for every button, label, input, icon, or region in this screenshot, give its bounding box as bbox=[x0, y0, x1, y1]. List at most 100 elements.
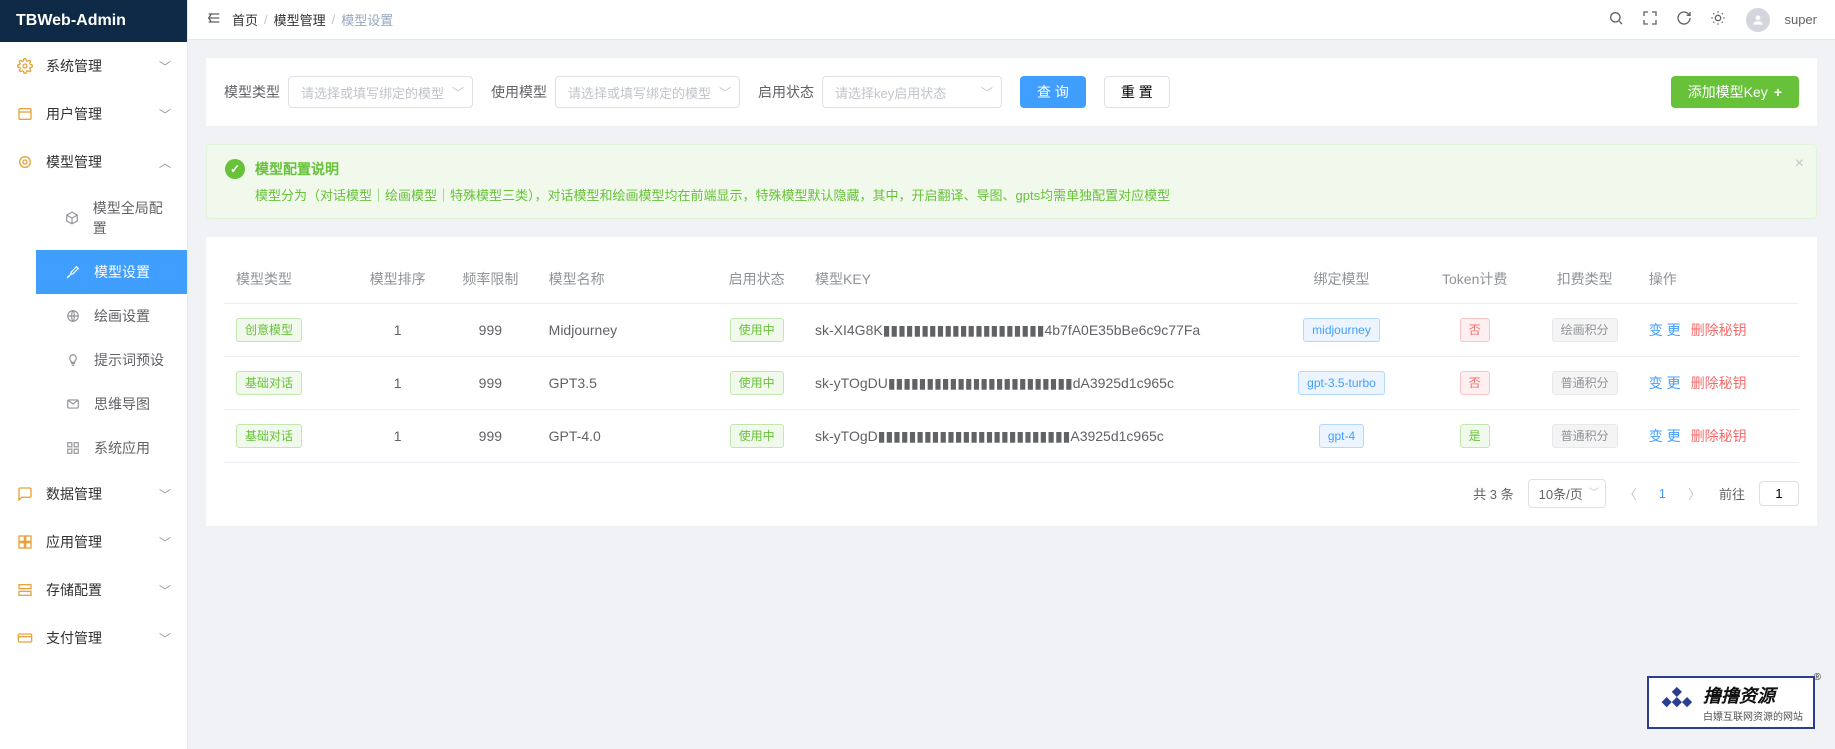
tag-charge: 绘画积分 bbox=[1552, 318, 1618, 342]
sidebar-item-paint-settings[interactable]: 绘画设置 bbox=[36, 294, 187, 338]
sidebar-item-prompt-preset[interactable]: 提示词预设 bbox=[36, 338, 187, 382]
sidebar-item-model[interactable]: 模型管理 ︿ bbox=[0, 138, 187, 186]
chevron-up-icon: ︿ bbox=[159, 154, 171, 171]
chevron-down-icon: ﹀ bbox=[159, 106, 171, 123]
watermark-badge: 撸撸资源 白嫖互联网资源的网站 ® bbox=[1647, 676, 1815, 729]
watermark-logo-icon bbox=[1659, 683, 1695, 722]
model-icon bbox=[16, 153, 34, 171]
username[interactable]: super bbox=[1784, 12, 1817, 27]
sidebar-item-label: 模型管理 bbox=[46, 152, 102, 172]
sidebar-item-apps[interactable]: 应用管理 ﹀ bbox=[0, 518, 187, 566]
reset-button[interactable]: 重 置 bbox=[1104, 76, 1170, 108]
pager-goto-label: 前往 bbox=[1719, 484, 1745, 503]
breadcrumb-current: 模型设置 bbox=[341, 10, 393, 29]
sidebar-item-mindmap[interactable]: 思维导图 bbox=[36, 382, 187, 426]
action-delete[interactable]: 删除秘钥 bbox=[1691, 375, 1747, 391]
watermark-subtitle: 白嫖互联网资源的网站 bbox=[1703, 708, 1803, 723]
breadcrumb-sep: / bbox=[332, 12, 336, 27]
th-status: 启用状态 bbox=[710, 255, 803, 304]
fullscreen-icon[interactable] bbox=[1638, 6, 1662, 33]
search-icon[interactable] bbox=[1604, 6, 1628, 33]
sidebar: TBWeb-Admin 系统管理 ﹀ 用户管理 ﹀ 模型管理 ︿ 模型全局配 bbox=[0, 0, 188, 749]
th-charge: 扣费类型 bbox=[1533, 255, 1637, 304]
sidebar-item-label: 模型设置 bbox=[94, 262, 150, 282]
model-table: 模型类型 模型排序 频率限制 模型名称 启用状态 模型KEY 绑定模型 Toke… bbox=[224, 255, 1799, 463]
gear-icon bbox=[16, 57, 34, 75]
pager-goto-input[interactable] bbox=[1759, 481, 1799, 506]
sidebar-item-label: 系统管理 bbox=[46, 56, 102, 76]
pager-prev[interactable]: 〈 bbox=[1620, 484, 1641, 503]
alert-title: 模型配置说明 bbox=[255, 159, 339, 179]
cell-name: Midjourney bbox=[537, 304, 711, 357]
action-edit[interactable]: 变 更 bbox=[1649, 428, 1681, 444]
sidebar-item-users[interactable]: 用户管理 ﹀ bbox=[0, 90, 187, 138]
pager-next[interactable]: 〉 bbox=[1684, 484, 1705, 503]
cell-sort: 1 bbox=[351, 304, 444, 357]
tag-status: 使用中 bbox=[730, 424, 784, 448]
tag-bind: gpt-3.5-turbo bbox=[1298, 371, 1385, 395]
sidebar-item-label: 模型全局配置 bbox=[93, 198, 171, 238]
sidebar-item-system[interactable]: 系统管理 ﹀ bbox=[0, 42, 187, 90]
pager-total: 共 3 条 bbox=[1473, 484, 1513, 503]
chevron-down-icon: ﹀ bbox=[1589, 484, 1599, 499]
tag-token: 否 bbox=[1460, 318, 1490, 342]
select-model-type[interactable]: 请选择或填写绑定的模型﹀ bbox=[288, 76, 473, 108]
sidebar-item-label: 绘画设置 bbox=[94, 306, 150, 326]
sidebar-item-storage[interactable]: 存储配置 ﹀ bbox=[0, 566, 187, 614]
grid-icon bbox=[16, 533, 34, 551]
cell-key: sk-yTOgD▮▮▮▮▮▮▮▮▮▮▮▮▮▮▮▮▮▮▮▮▮▮▮▮▮A3925d1… bbox=[803, 410, 1266, 463]
sidebar-item-label: 用户管理 bbox=[46, 104, 102, 124]
table-panel: 模型类型 模型排序 频率限制 模型名称 启用状态 模型KEY 绑定模型 Toke… bbox=[206, 237, 1817, 526]
action-delete[interactable]: 删除秘钥 bbox=[1691, 322, 1747, 338]
th-key: 模型KEY bbox=[803, 255, 1266, 304]
pay-icon bbox=[16, 629, 34, 647]
tag-bind: gpt-4 bbox=[1319, 424, 1364, 448]
breadcrumb: 首页 / 模型管理 / 模型设置 bbox=[232, 10, 393, 29]
th-token: Token计费 bbox=[1417, 255, 1533, 304]
breadcrumb-item[interactable]: 首页 bbox=[232, 10, 258, 29]
pagination: 共 3 条 10条/页﹀ 〈 1 〉 前往 bbox=[224, 479, 1799, 508]
select-use-model[interactable]: 请选择或填写绑定的模型﹀ bbox=[555, 76, 740, 108]
info-alert: ✓ 模型配置说明 模型分为（对话模型｜绘画模型｜特殊模型三类），对话模型和绘画模… bbox=[206, 144, 1817, 219]
avatar[interactable] bbox=[1746, 8, 1770, 32]
chevron-down-icon: ﹀ bbox=[719, 84, 731, 101]
sidebar-item-model-settings[interactable]: 模型设置 bbox=[36, 250, 187, 294]
breadcrumb-item[interactable]: 模型管理 bbox=[274, 10, 326, 29]
tag-bind: midjourney bbox=[1303, 318, 1380, 342]
cell-name: GPT-4.0 bbox=[537, 410, 711, 463]
chevron-down-icon: ﹀ bbox=[981, 84, 993, 101]
select-status[interactable]: 请选择key启用状态﹀ bbox=[822, 76, 1002, 108]
plus-icon: + bbox=[1774, 84, 1782, 100]
filter-label-status: 启用状态 bbox=[758, 82, 814, 102]
chevron-down-icon: ﹀ bbox=[159, 582, 171, 599]
chevron-down-icon: ﹀ bbox=[159, 630, 171, 647]
refresh-icon[interactable] bbox=[1672, 6, 1696, 33]
chat-icon bbox=[16, 485, 34, 503]
cell-sort: 1 bbox=[351, 410, 444, 463]
action-delete[interactable]: 删除秘钥 bbox=[1691, 428, 1747, 444]
sidebar-item-model-global[interactable]: 模型全局配置 bbox=[36, 186, 187, 250]
theme-icon[interactable] bbox=[1706, 6, 1730, 33]
close-icon[interactable]: × bbox=[1795, 155, 1804, 173]
sidebar-item-pay[interactable]: 支付管理 ﹀ bbox=[0, 614, 187, 662]
chevron-down-icon: ﹀ bbox=[159, 534, 171, 551]
pager-page-current[interactable]: 1 bbox=[1655, 486, 1670, 501]
pager-size-select[interactable]: 10条/页﹀ bbox=[1528, 479, 1606, 508]
cell-freq: 999 bbox=[444, 410, 537, 463]
sidebar-item-data[interactable]: 数据管理 ﹀ bbox=[0, 470, 187, 518]
th-name: 模型名称 bbox=[537, 255, 711, 304]
query-button[interactable]: 查 询 bbox=[1020, 76, 1086, 108]
filter-panel: 模型类型 请选择或填写绑定的模型﹀ 使用模型 请选择或填写绑定的模型﹀ 启用状态… bbox=[206, 58, 1817, 126]
collapse-icon[interactable] bbox=[206, 10, 222, 29]
add-model-key-button[interactable]: 添加模型Key+ bbox=[1671, 76, 1799, 108]
sidebar-item-label: 数据管理 bbox=[46, 484, 102, 504]
cell-key: sk-XI4G8K▮▮▮▮▮▮▮▮▮▮▮▮▮▮▮▮▮▮▮▮▮4b7fA0E35b… bbox=[803, 304, 1266, 357]
action-edit[interactable]: 变 更 bbox=[1649, 375, 1681, 391]
sidebar-item-sys-apps[interactable]: 系统应用 bbox=[36, 426, 187, 470]
action-edit[interactable]: 变 更 bbox=[1649, 322, 1681, 338]
th-action: 操作 bbox=[1637, 255, 1799, 304]
tag-token: 否 bbox=[1460, 371, 1490, 395]
tag-type: 创意模型 bbox=[236, 318, 302, 342]
th-freq: 频率限制 bbox=[444, 255, 537, 304]
chevron-down-icon: ﹀ bbox=[159, 486, 171, 503]
